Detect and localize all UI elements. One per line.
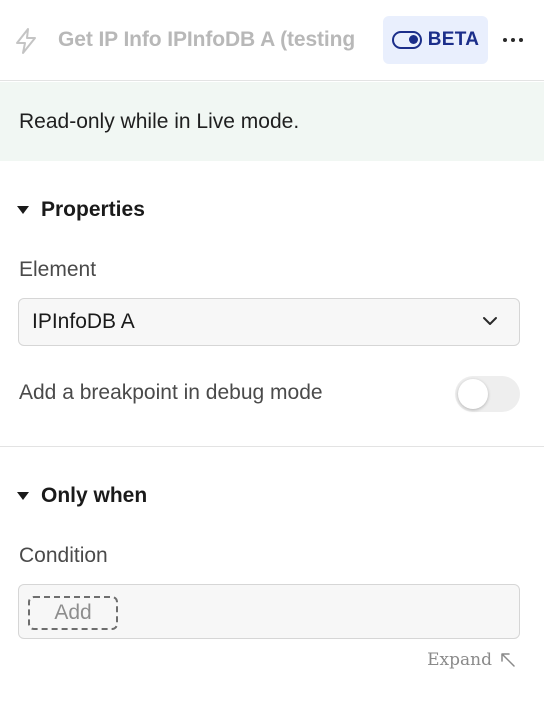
dot (503, 38, 507, 42)
condition-input[interactable]: Add (18, 584, 520, 639)
beta-toggle-button[interactable]: BETA (383, 16, 488, 64)
dot (511, 38, 515, 42)
toggle-knob (458, 379, 488, 409)
only-when-heading: Only when (41, 484, 148, 507)
panel-header: Get IP Info IPInfoDB A (testing BETA (0, 0, 544, 81)
only-when-section-toggle[interactable]: Only when (17, 484, 147, 508)
section-divider (0, 446, 544, 447)
toggle-icon (391, 31, 422, 49)
element-action-panel: Get IP Info IPInfoDB A (testing BETA Rea… (0, 0, 544, 712)
properties-heading: Properties (41, 198, 145, 221)
expand-button[interactable]: Expand (427, 650, 516, 670)
caret-down-icon (17, 492, 29, 500)
add-condition-button[interactable]: Add (28, 596, 118, 630)
bolt-icon (16, 28, 36, 54)
breakpoint-label: Add a breakpoint in debug mode (19, 381, 323, 404)
breakpoint-toggle[interactable] (455, 376, 520, 412)
expand-label: Expand (427, 650, 492, 670)
element-label: Element (19, 258, 97, 281)
more-options-button[interactable] (496, 26, 530, 54)
caret-down-icon (17, 206, 29, 214)
action-title[interactable]: Get IP Info IPInfoDB A (testing (58, 27, 383, 53)
notice-text: Read-only while in Live mode. (19, 109, 300, 133)
beta-label: BETA (427, 29, 480, 50)
chevron-down-icon (483, 317, 497, 325)
element-select-value: IPInfoDB A (32, 310, 135, 333)
properties-section-toggle[interactable]: Properties (17, 198, 145, 222)
live-mode-notice: Read-only while in Live mode. (0, 82, 544, 161)
element-select[interactable]: IPInfoDB A (18, 298, 520, 346)
dot (519, 38, 523, 42)
expand-arrow-icon (501, 653, 515, 667)
condition-label: Condition (19, 544, 108, 567)
add-label: Add (54, 601, 92, 624)
